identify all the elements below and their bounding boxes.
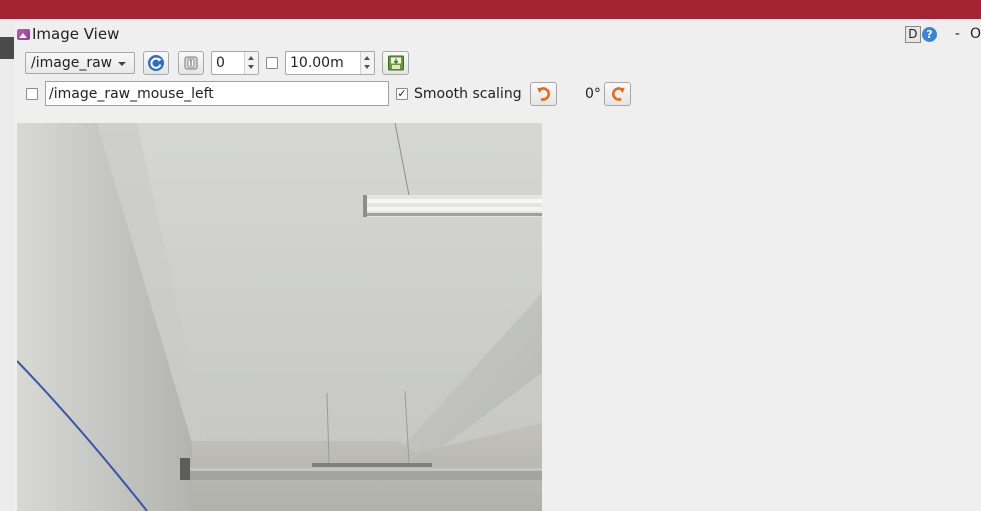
rotate-right-button[interactable] [604,82,631,106]
system-titlebar-strip [0,0,981,19]
help-icon[interactable]: ? [921,26,937,42]
value-spinbox-value: 0 [216,55,225,71]
rotate-right-icon [611,87,625,101]
mouse-publish-checkbox[interactable] [26,88,38,100]
minimize-button[interactable]: - [955,26,960,42]
enable-timeout-checkbox[interactable] [266,57,278,69]
chevron-up-icon [248,56,254,60]
panel-title-bar: Image View [17,25,119,43]
time-spinbox-value: 10.00m [290,55,344,71]
mouse-topic-input-value: /image_raw_mouse_left [49,86,214,102]
mouse-topic-input[interactable]: /image_raw_mouse_left [45,81,389,106]
value-spinbox[interactable]: 0 [211,51,259,75]
left-window-edge [0,19,14,511]
camera-image[interactable] [17,123,542,511]
panel-title-controls: D ? - O [904,25,981,43]
close-button[interactable]: O [970,26,981,42]
value-spinbox-arrows[interactable] [244,52,258,74]
save-icon [387,55,404,71]
smooth-scaling-label: Smooth scaling [414,86,522,102]
dock-toggle-button[interactable]: D [904,25,921,43]
time-spinbox-arrows[interactable] [360,52,374,74]
save-image-button[interactable] [382,51,409,75]
chevron-down-icon [248,65,254,69]
rotate-left-button[interactable] [530,82,557,106]
topic-combobox[interactable]: /image_raw [25,52,135,74]
chevron-up-icon [364,56,370,60]
time-spinbox[interactable]: 10.00m [285,51,375,75]
chevron-down-icon [364,65,370,69]
image-view-app-icon [17,28,30,40]
camera-image-scene [17,123,542,511]
zoom-1-icon [184,56,198,70]
rotation-angle: 0° [585,86,601,102]
chevron-down-icon [118,62,126,66]
topic-combobox-value: /image_raw [31,55,113,71]
smooth-scaling-checkbox[interactable]: ✓ [396,88,408,100]
refresh-icon [148,55,164,71]
zoom-1-button[interactable] [178,51,204,75]
panel-title: Image View [32,25,120,43]
rotate-left-icon [536,87,550,101]
refresh-topics-button[interactable] [143,51,169,75]
